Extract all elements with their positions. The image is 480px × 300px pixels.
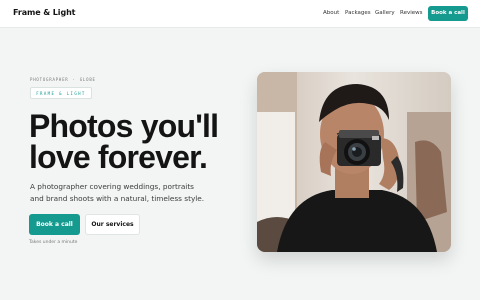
hero-subtitle: A photographer covering weddings, portra… [30, 182, 205, 203]
nav-link-gallery[interactable]: Gallery [375, 10, 395, 16]
headline-line-1: Photos you'll [29, 108, 219, 144]
hero-photo [257, 72, 451, 252]
nav-link-packages[interactable]: Packages [345, 10, 371, 16]
hero-photo-photographer-with-camera [257, 72, 451, 252]
headline-line-2: love forever. [29, 139, 208, 175]
book-call-button[interactable]: Book a call [29, 214, 80, 235]
nav-links: About Packages Gallery Reviews [0, 10, 480, 20]
cta-hint: Takes under a minute [29, 240, 78, 245]
eyebrow-separator: · [72, 77, 76, 82]
hero-eyebrow: PHOTOGRAPHER · GLOBE [30, 77, 96, 82]
nav-link-reviews[interactable]: Reviews [400, 10, 423, 16]
top-nav: Frame & Light About Packages Gallery Rev… [0, 0, 480, 28]
nav-book-call-button[interactable]: Book a call [428, 6, 468, 21]
brand-chip: FRAME & LIGHT [30, 87, 92, 99]
hero-headline: Photos you'll love forever. [29, 108, 249, 175]
nav-link-about[interactable]: About [323, 10, 339, 16]
eyebrow-right: GLOBE [79, 77, 96, 82]
eyebrow-left: PHOTOGRAPHER [30, 77, 69, 82]
our-services-button[interactable]: Our services [85, 214, 140, 235]
